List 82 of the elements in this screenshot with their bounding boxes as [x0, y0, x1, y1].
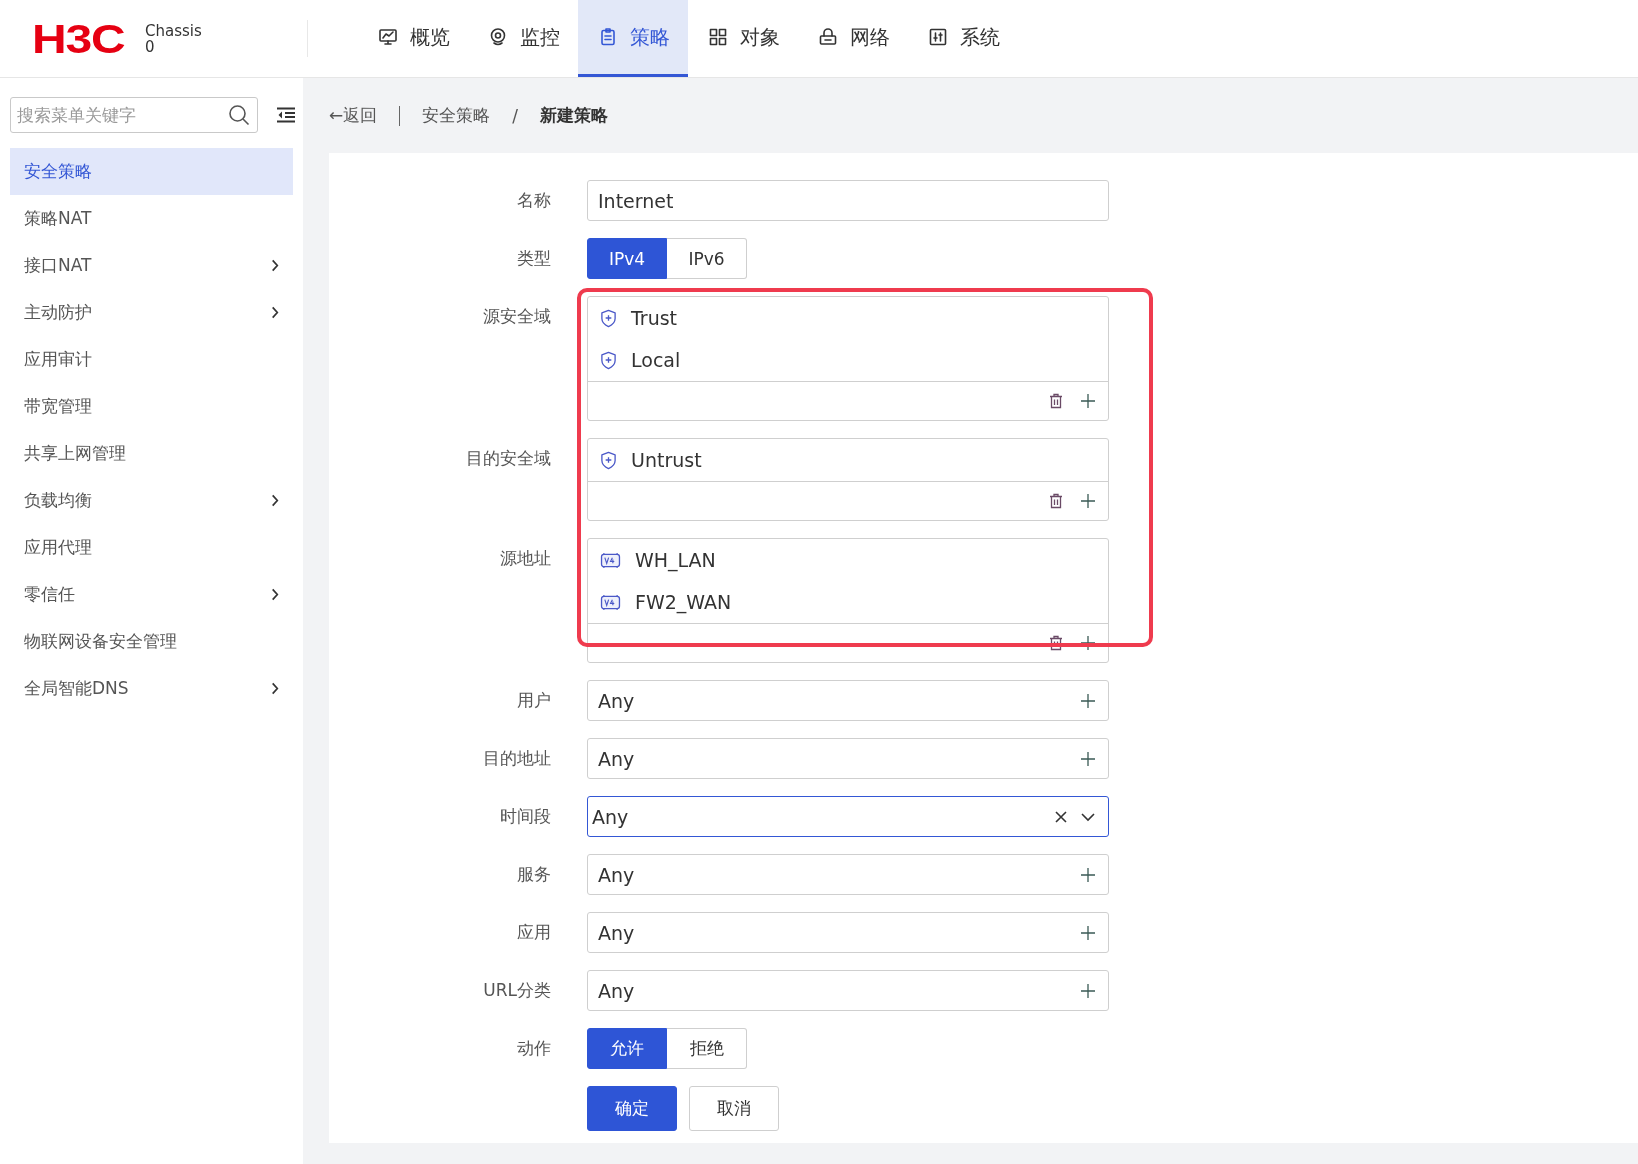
field-label: 时间段	[499, 805, 551, 828]
plus-icon[interactable]	[1080, 692, 1096, 709]
menu-item[interactable]: 主动防护	[10, 289, 293, 336]
list-item-text: Trust	[631, 307, 677, 329]
menu-item[interactable]: 零信任	[10, 571, 293, 618]
menu-item[interactable]: 带宽管理	[10, 383, 293, 430]
segment-option[interactable]: 拒绝	[667, 1028, 747, 1069]
select-field[interactable]: Any	[587, 970, 1109, 1011]
field-label: 用户	[516, 689, 551, 712]
menu-item[interactable]: 安全策略	[10, 148, 293, 195]
menu-item[interactable]: 全局智能DNS	[10, 665, 293, 712]
select-field[interactable]: Any	[587, 912, 1109, 953]
plus-icon[interactable]	[1080, 750, 1096, 767]
field-label: 类型	[516, 247, 551, 270]
menu-item[interactable]: 应用代理	[10, 524, 293, 571]
plus-icon[interactable]	[1080, 924, 1096, 941]
nav-tab[interactable]: 策略	[578, 0, 688, 77]
list-item-text: WH_LAN	[635, 549, 716, 571]
clear-icon[interactable]	[1054, 809, 1068, 824]
menu-item[interactable]: 共享上网管理	[10, 430, 293, 477]
panel-icon	[928, 27, 948, 47]
menu-item[interactable]: 负载均衡	[10, 477, 293, 524]
dropdown-field[interactable]: Any	[587, 796, 1109, 837]
chevron-down-icon[interactable]	[1080, 811, 1096, 822]
nav-tab[interactable]: 网络	[798, 0, 908, 77]
field-label: URL分类	[482, 979, 551, 1002]
field-label: 目的安全域	[465, 447, 551, 470]
select-field[interactable]: Any	[587, 854, 1109, 895]
segment-option[interactable]: 允许	[587, 1028, 667, 1069]
field-label: 名称	[516, 189, 551, 212]
confirm-button[interactable]: 确定	[587, 1086, 677, 1131]
select-field[interactable]: Any	[587, 738, 1109, 779]
breadcrumb-separator: /	[512, 105, 518, 126]
field-label: 应用	[516, 921, 551, 944]
shield-icon	[600, 350, 617, 370]
menu-item[interactable]: 策略NAT	[10, 195, 293, 242]
menu-item[interactable]: 应用审计	[10, 336, 293, 383]
trash-icon[interactable]	[1048, 493, 1064, 509]
logo: H3C	[32, 18, 125, 59]
name-field[interactable]: Internet	[587, 180, 1109, 221]
search-field[interactable]: 搜索菜单关键字	[10, 97, 258, 133]
segment-option[interactable]: IPv6	[667, 238, 747, 279]
breadcrumb-item[interactable]: 安全策略	[422, 104, 491, 127]
field-label: 源地址	[499, 547, 551, 570]
back-link[interactable]: ←返回	[329, 104, 378, 127]
plus-icon[interactable]	[1080, 982, 1096, 999]
field-label: 目的地址	[482, 747, 551, 770]
location-icon	[488, 27, 508, 47]
cancel-button[interactable]: 取消	[689, 1086, 779, 1131]
select-field[interactable]: Any	[587, 680, 1109, 721]
monitor-icon	[378, 27, 398, 47]
device-label: Chassis	[145, 22, 202, 39]
list-item-text: Local	[631, 349, 681, 371]
plus-icon[interactable]	[1080, 493, 1096, 509]
trash-icon[interactable]	[1048, 635, 1064, 651]
clipboard-icon	[598, 27, 618, 47]
field-label: 源安全域	[482, 305, 551, 328]
lock-icon	[818, 27, 838, 47]
nav-tab[interactable]: 对象	[688, 0, 798, 77]
menu-item[interactable]: 接口NAT	[10, 242, 293, 289]
grid-icon	[708, 27, 728, 47]
shield-icon	[600, 450, 617, 470]
list-item-text: FW2_WAN	[635, 591, 732, 613]
field-label: 动作	[516, 1037, 551, 1060]
plus-icon[interactable]	[1080, 866, 1096, 883]
search-icon	[228, 104, 250, 126]
segment-option[interactable]: IPv4	[587, 238, 667, 279]
plus-icon[interactable]	[1080, 393, 1096, 409]
list-item-text: Untrust	[631, 449, 702, 471]
device-label: 0	[145, 38, 156, 55]
address-icon	[600, 593, 621, 611]
plus-icon[interactable]	[1080, 635, 1096, 651]
field-label: 服务	[516, 863, 551, 886]
shield-icon	[600, 308, 617, 328]
collapse-menu-icon[interactable]	[276, 107, 296, 123]
nav-tab[interactable]: 系统	[908, 0, 1018, 77]
trash-icon[interactable]	[1048, 393, 1064, 409]
address-icon	[600, 551, 621, 569]
breadcrumb-item: 新建策略	[540, 104, 608, 127]
menu-item[interactable]: 物联网设备安全管理	[10, 618, 293, 665]
nav-tab[interactable]: 监控	[468, 0, 578, 77]
nav-tab[interactable]: 概览	[358, 0, 468, 77]
